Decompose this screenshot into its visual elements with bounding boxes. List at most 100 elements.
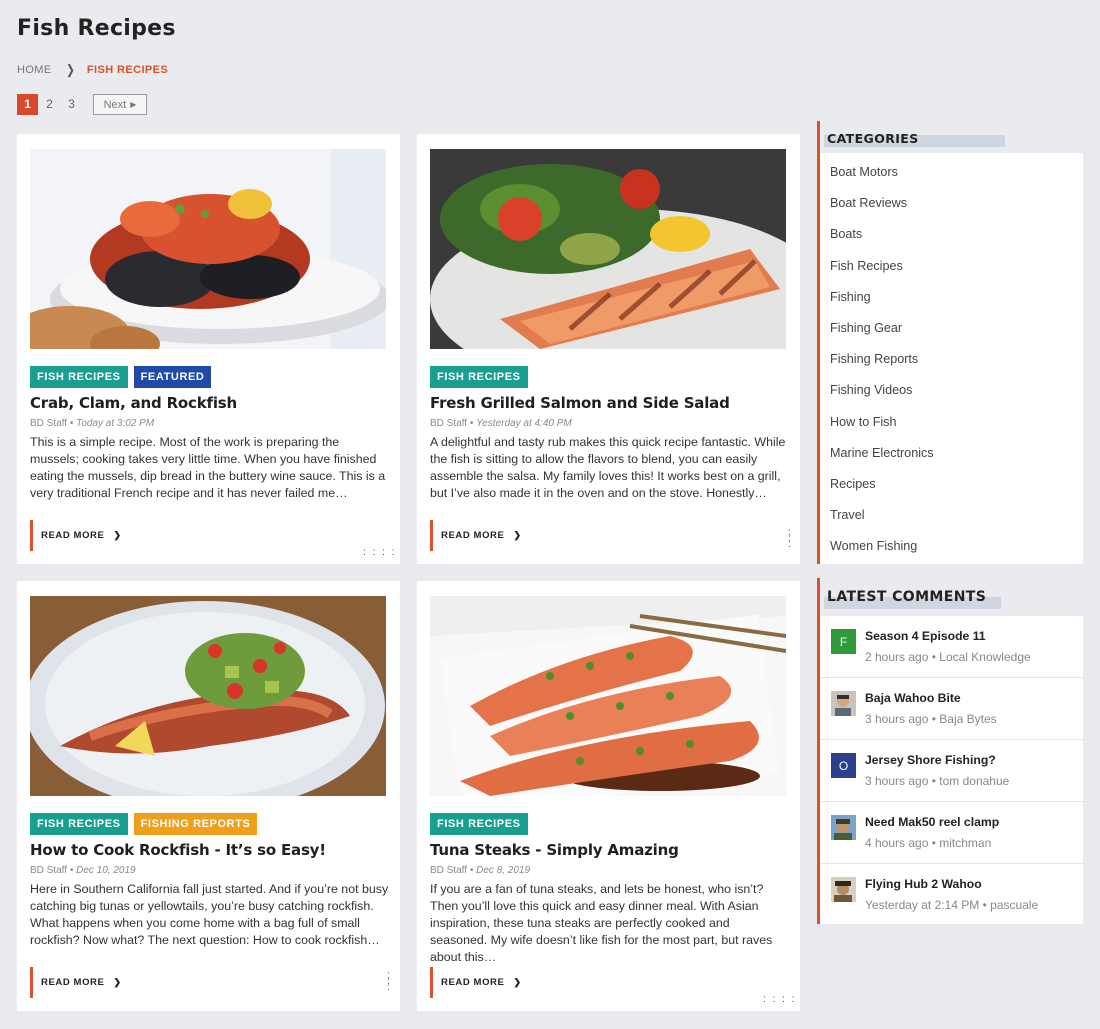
latest-comments-heading: LATEST COMMENTS xyxy=(827,589,987,605)
post-author: BD Staff xyxy=(430,418,468,429)
read-more-label: READ MORE xyxy=(441,530,505,541)
comment-title[interactable]: Jersey Shore Fishing? xyxy=(865,753,996,767)
avatar xyxy=(831,691,856,716)
post-thumbnail[interactable] xyxy=(30,596,386,796)
tag-fish-recipes[interactable]: FISH RECIPES xyxy=(430,813,528,835)
post-excerpt: This is a simple recipe. Most of the wor… xyxy=(30,435,386,500)
tag-featured[interactable]: FEATURED xyxy=(133,366,212,388)
user-photo-icon xyxy=(831,691,856,716)
user-photo-icon xyxy=(831,815,856,840)
post-author: BD Staff xyxy=(30,418,68,429)
post-card: FISH RECIPES FISHING REPORTS How to Cook… xyxy=(17,581,400,1011)
tag-fishing-reports[interactable]: FISHING REPORTS xyxy=(133,813,258,835)
category-item[interactable]: Fishing Reports xyxy=(830,350,934,381)
read-more-link[interactable]: READ MORE ❯ xyxy=(430,967,522,998)
tag-fish-recipes[interactable]: FISH RECIPES xyxy=(30,813,128,835)
chevron-right-icon: ❯ xyxy=(113,977,122,987)
post-thumbnail[interactable] xyxy=(30,149,386,349)
post-title[interactable]: Fresh Grilled Salmon and Side Salad xyxy=(430,394,730,412)
post-title[interactable]: Crab, Clam, and Rockfish xyxy=(30,394,237,412)
post-date: Today at 3:02 PM xyxy=(76,418,155,429)
categories-heading: CATEGORIES xyxy=(827,131,919,146)
category-list: Boat Motors Boat Reviews Boats Fish Reci… xyxy=(830,163,934,568)
drag-handle-icon: : : : : xyxy=(363,547,397,558)
category-item[interactable]: Fishing Videos xyxy=(830,381,934,412)
post-author: BD Staff xyxy=(30,865,68,876)
category-item[interactable]: Boats xyxy=(830,225,934,256)
breadcrumb: HOME ❯ FISH RECIPES xyxy=(17,62,168,78)
salmon-salad-image xyxy=(430,149,786,349)
post-date: Yesterday at 4:40 PM xyxy=(476,418,572,429)
comment-title[interactable]: Baja Wahoo Bite xyxy=(865,691,961,705)
category-item[interactable]: Travel xyxy=(830,506,934,537)
chevron-right-icon: ▶ xyxy=(130,100,137,109)
post-meta: BD Staff • Dec 10, 2019 xyxy=(30,865,136,876)
comment-item[interactable]: Flying Hub 2 Wahoo Yesterday at 2:14 PM … xyxy=(820,864,1083,926)
post-title[interactable]: Tuna Steaks - Simply Amazing xyxy=(430,841,679,859)
post-author: BD Staff xyxy=(430,865,468,876)
post-tags: FISH RECIPES FEATURED xyxy=(30,366,217,388)
breadcrumb-current: FISH RECIPES xyxy=(86,64,169,76)
post-meta: BD Staff • Dec 8, 2019 xyxy=(430,865,531,876)
drag-handle-icon: ::: xyxy=(788,527,791,550)
post-card: FISH RECIPES Fresh Grilled Salmon and Si… xyxy=(417,134,800,564)
post-tags: FISH RECIPES xyxy=(430,813,534,835)
tag-fish-recipes[interactable]: FISH RECIPES xyxy=(430,366,528,388)
category-item[interactable]: Fishing Gear xyxy=(830,319,934,350)
chevron-right-icon: ❯ xyxy=(513,977,522,987)
category-item[interactable]: Women Fishing xyxy=(830,537,934,568)
read-more-link[interactable]: READ MORE ❯ xyxy=(30,967,122,998)
page-3-button[interactable]: 3 xyxy=(61,94,82,115)
breadcrumb-home[interactable]: HOME xyxy=(17,64,52,76)
post-thumbnail[interactable] xyxy=(430,596,786,796)
categories-widget: CATEGORIES Boat Motors Boat Reviews Boat… xyxy=(817,121,1086,564)
avatar: O xyxy=(831,753,856,778)
post-title[interactable]: How to Cook Rockfish - It’s so Easy! xyxy=(30,841,326,859)
comment-meta: 3 hours ago • tom donahue xyxy=(865,774,1010,788)
comment-meta: 3 hours ago • Baja Bytes xyxy=(865,712,997,726)
avatar xyxy=(831,877,856,902)
category-item[interactable]: Recipes xyxy=(830,475,934,506)
page-1-button[interactable]: 1 xyxy=(17,94,38,115)
pagination: 1 2 3 Next ▶ xyxy=(17,94,147,115)
post-thumbnail[interactable] xyxy=(430,149,786,349)
category-item[interactable]: How to Fish xyxy=(830,413,934,444)
category-item[interactable]: Fish Recipes xyxy=(830,257,934,288)
comment-title[interactable]: Flying Hub 2 Wahoo xyxy=(865,877,982,891)
post-card: FISH RECIPES Tuna Steaks - Simply Amazin… xyxy=(417,581,800,1011)
avatar: F xyxy=(831,629,856,654)
comment-item[interactable]: O Jersey Shore Fishing? 3 hours ago • to… xyxy=(820,740,1083,802)
rockfish-plate-image xyxy=(30,596,386,796)
avatar xyxy=(831,815,856,840)
post-date: Dec 8, 2019 xyxy=(476,865,531,876)
comment-title[interactable]: Season 4 Episode 11 xyxy=(865,629,986,643)
post-excerpt: A delightful and tasty rub makes this qu… xyxy=(430,435,786,500)
post-date: Dec 10, 2019 xyxy=(76,865,136,876)
comment-item[interactable]: F Season 4 Episode 11 2 hours ago • Loca… xyxy=(820,616,1083,678)
page-title: Fish Recipes xyxy=(17,16,176,41)
comment-item[interactable]: Baja Wahoo Bite 3 hours ago • Baja Bytes xyxy=(820,678,1083,740)
read-more-link[interactable]: READ MORE ❯ xyxy=(430,520,522,551)
next-page-button[interactable]: Next ▶ xyxy=(93,94,147,115)
chevron-right-icon: ❯ xyxy=(513,530,522,540)
read-more-link[interactable]: READ MORE ❯ xyxy=(30,520,122,551)
post-meta: BD Staff • Yesterday at 4:40 PM xyxy=(430,418,572,429)
post-tags: FISH RECIPES xyxy=(430,366,534,388)
tuna-steaks-image xyxy=(430,596,786,796)
user-photo-icon xyxy=(831,877,856,902)
read-more-label: READ MORE xyxy=(41,530,105,541)
comment-meta: 2 hours ago • Local Knowledge xyxy=(865,650,1031,664)
comments-heading-bar: LATEST COMMENTS xyxy=(817,578,1086,616)
post-excerpt: If you are a fan of tuna steaks, and let… xyxy=(430,882,773,964)
tag-fish-recipes[interactable]: FISH RECIPES xyxy=(30,366,128,388)
category-item[interactable]: Fishing xyxy=(830,288,934,319)
category-item[interactable]: Boat Motors xyxy=(830,163,934,194)
comment-item[interactable]: Need Mak50 reel clamp 4 hours ago • mitc… xyxy=(820,802,1083,864)
comment-title[interactable]: Need Mak50 reel clamp xyxy=(865,815,999,829)
category-item[interactable]: Marine Electronics xyxy=(830,444,934,475)
seafood-plate-image xyxy=(30,149,386,349)
comment-meta: Yesterday at 2:14 PM • pascuale xyxy=(865,898,1039,912)
categories-heading-bar: CATEGORIES xyxy=(817,121,1086,153)
category-item[interactable]: Boat Reviews xyxy=(830,194,934,225)
page-2-button[interactable]: 2 xyxy=(39,94,60,115)
